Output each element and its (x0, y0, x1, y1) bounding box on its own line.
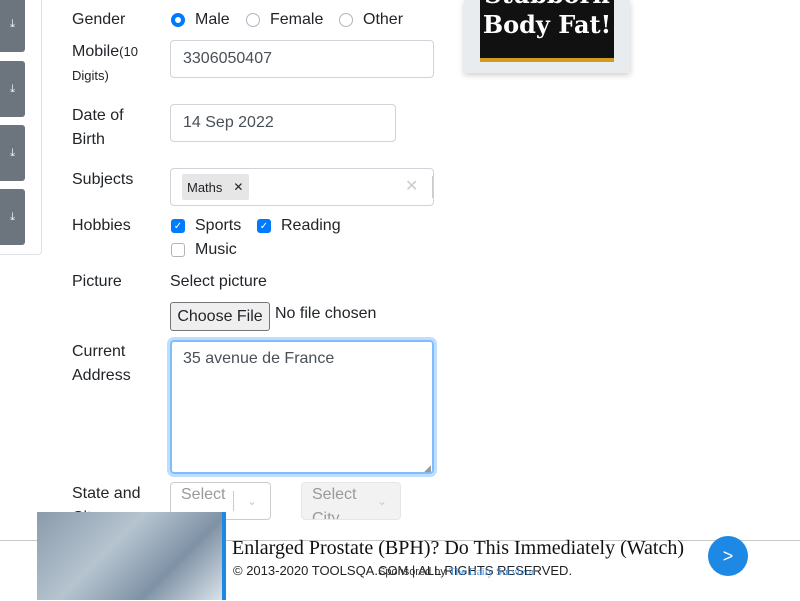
sidebar-rail: ⤓ ⤓ ⤓ ⤓ (0, 0, 42, 255)
radio-dot (246, 13, 260, 27)
checkbox-label: Music (195, 241, 237, 258)
file-status: No file chosen (275, 305, 377, 322)
download-button[interactable]: ⤓ (0, 61, 25, 117)
ad-title[interactable]: Enlarged Prostate (BPH)? Do This Immedia… (232, 537, 684, 560)
clear-icon[interactable]: ✕ (405, 176, 418, 196)
gender-female-radio[interactable]: Female (246, 8, 323, 32)
dob-label: Date of Birth (72, 107, 124, 148)
checkbox-box (171, 243, 185, 257)
mobile-label: Mobile(10 Digits) (72, 40, 162, 88)
chevron-down-icon: ⌄ (376, 494, 388, 508)
download-icon: ⤓ (10, 82, 15, 95)
city-placeholder: Select City (312, 486, 357, 519)
checkbox-label: Sports (195, 217, 242, 234)
hobby-reading-checkbox[interactable]: ✓ Reading (257, 214, 341, 238)
hobbies-label: Hobbies (72, 217, 131, 234)
download-button[interactable]: ⤓ (0, 0, 25, 52)
address-label: Current Address (72, 343, 131, 384)
download-button[interactable]: ⤓ (0, 189, 25, 245)
check-icon: ✓ (171, 219, 185, 233)
chip-remove-icon[interactable]: ✕ (227, 180, 249, 194)
gender-male-radio[interactable]: Male (171, 8, 230, 32)
gender-other-radio[interactable]: Other (339, 8, 403, 32)
divider (432, 176, 433, 198)
picture-prompt: Select picture (170, 273, 267, 290)
ad-image[interactable] (37, 512, 226, 600)
mobile-input[interactable]: 3306050407 (170, 40, 434, 78)
checkbox-label: Reading (281, 217, 341, 234)
gender-label: Gender (72, 11, 126, 28)
radio-dot (339, 13, 353, 27)
address-textarea[interactable]: 35 avenue de France (170, 340, 434, 474)
sponsor-name[interactable]: The Daily Survivor (449, 566, 535, 578)
next-arrow-button[interactable]: > (708, 536, 748, 576)
choose-file-button[interactable]: Choose File (170, 302, 270, 331)
hobby-sports-checkbox[interactable]: ✓ Sports (171, 214, 241, 238)
check-icon: ✓ (257, 219, 271, 233)
download-icon: ⤓ (10, 210, 15, 223)
chevron-down-icon: ⌄ (246, 494, 258, 508)
download-button[interactable]: ⤓ (0, 125, 25, 181)
subject-chip-label: Maths (187, 179, 223, 195)
radio-label: Female (270, 11, 324, 28)
mobile-label-text: Mobile (72, 43, 120, 60)
radio-dot-checked (171, 13, 185, 27)
radio-label: Other (363, 11, 404, 28)
ad-card-text: Stubborn Body Fat! (480, 0, 614, 62)
sponsor-prefix: Sponsored by (378, 566, 446, 578)
resize-handle-icon[interactable]: ◢ (424, 463, 431, 474)
city-select[interactable]: Select City ⌄ (301, 482, 401, 520)
picture-label: Picture (72, 273, 122, 290)
subject-chip: Maths ✕ (182, 174, 250, 200)
download-icon: ⤓ (10, 146, 15, 159)
radio-label: Male (195, 11, 230, 28)
subjects-label: Subjects (72, 171, 134, 188)
sponsor-line: Sponsored by The Daily Survivor (378, 566, 535, 578)
hobby-music-checkbox[interactable]: Music (171, 238, 237, 262)
dob-input[interactable]: 14 Sep 2022 (170, 104, 396, 142)
download-icon: ⤓ (10, 17, 15, 30)
